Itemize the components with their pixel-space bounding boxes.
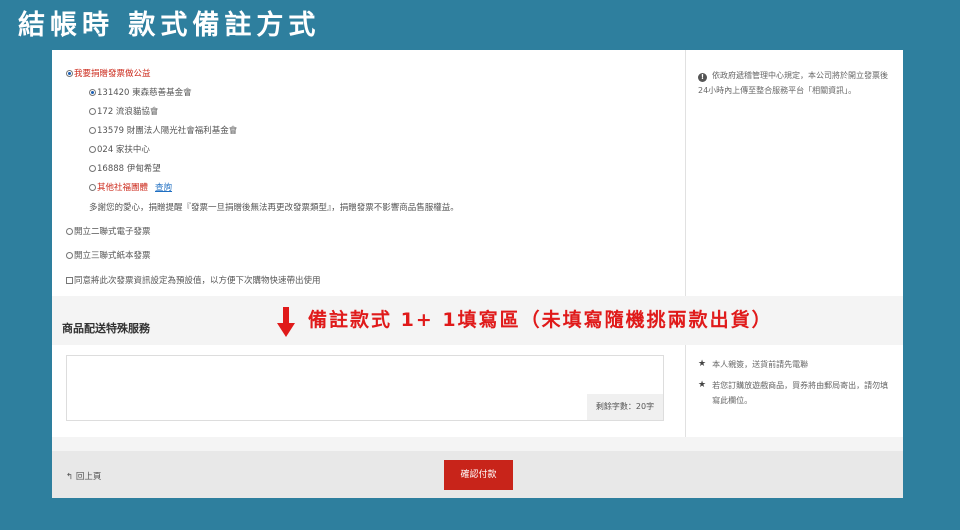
save-default-checkbox[interactable]: [66, 276, 73, 284]
charity-option-131420[interactable]: 131420 東森慈善基金會: [89, 86, 192, 98]
charity-radio[interactable]: [89, 107, 96, 115]
remark-textarea[interactable]: 剩餘字數：20字: [66, 355, 664, 421]
back-label: 回上頁: [75, 472, 102, 482]
charity-radio[interactable]: [89, 145, 96, 153]
column-divider: [685, 50, 686, 296]
charity-option-13579[interactable]: 13579 財團法人陽光社會福利基金會: [89, 124, 237, 136]
charity-option-other[interactable]: 其他社福團體 查詢: [89, 181, 172, 193]
star-icon: ★: [698, 359, 707, 369]
invoice-side-note: ! 依政府遞稽管理中心規定，本公司將於開立發票後24小時內上傳至整合服務平台「相關…: [698, 68, 894, 98]
donate-label: 我要捐贈發票做公益: [74, 69, 151, 79]
duplicate-label: 開立二聯式電子發票: [74, 227, 151, 237]
service-note-text: 若您訂購放遊戲商品，買券將由郵局寄出，請勿填寫此欄位。: [712, 381, 889, 405]
charity-option-172[interactable]: 172 流浪貓協會: [89, 105, 158, 117]
donation-reminder: 多謝您的愛心，捐贈提醒『發票一旦捐贈後無法再更改發票類型』，捐贈發票不影響商品售…: [89, 203, 459, 213]
duplicate-radio[interactable]: [66, 227, 73, 235]
charity-label: 024 家扶中心: [97, 145, 150, 155]
footer-bar: ↰ 回上頁 確認付款: [52, 451, 903, 498]
back-arrow-icon: ↰: [66, 472, 74, 482]
charity-label: 172 流浪貓協會: [97, 107, 159, 117]
side-note-text: 依政府遞稽管理中心規定，本公司將於開立發票後24小時內上傳至整合服務平台「相關資…: [698, 71, 888, 95]
save-default-option[interactable]: 同意將此次發票資訊設定為預設值，以方便下次購物快速帶出使用: [66, 274, 321, 286]
charity-label: 13579 財團法人陽光社會福利基金會: [97, 126, 238, 136]
duplicate-invoice-option[interactable]: 開立二聯式電子發票: [66, 225, 151, 237]
remark-annotation: 備註款式 1+ 1填寫區（未填寫隨機挑兩款出貨）: [308, 309, 773, 331]
triplicate-radio[interactable]: [66, 251, 73, 259]
charity-label: 131420 東森慈善基金會: [97, 88, 192, 98]
info-icon: !: [698, 73, 707, 82]
other-charity-label: 其他社福團體: [97, 183, 149, 193]
back-link[interactable]: ↰ 回上頁: [66, 470, 101, 482]
section-gap: [52, 437, 903, 451]
triplicate-label: 開立三聯式紙本發票: [74, 251, 151, 261]
charity-option-16888[interactable]: 16888 伊甸希望: [89, 162, 161, 174]
charity-option-024[interactable]: 024 家扶中心: [89, 143, 150, 155]
slide-title: 結帳時 款式備註方式: [18, 10, 321, 41]
charity-radio[interactable]: [89, 88, 96, 96]
charity-label: 16888 伊甸希望: [97, 164, 161, 174]
donate-radio[interactable]: [66, 69, 73, 77]
confirm-payment-button[interactable]: 確認付款: [444, 460, 513, 490]
charity-radio[interactable]: [89, 164, 96, 172]
star-icon: ★: [698, 380, 707, 390]
service-note-text: 本人親簽，送貨前請先電聯: [712, 360, 809, 369]
service-side-notes: ★ 本人親簽，送貨前請先電聯 ★ 若您訂購放遊戲商品，買券將由郵局寄出，請勿填寫…: [698, 357, 894, 414]
query-link[interactable]: 查詢: [155, 181, 172, 193]
save-default-label: 同意將此次發票資訊設定為預設值，以方便下次購物快速帶出使用: [74, 276, 321, 286]
charity-radio[interactable]: [89, 183, 96, 191]
service-note: ★ 本人親簽，送貨前請先電聯: [698, 357, 894, 372]
triplicate-invoice-option[interactable]: 開立三聯式紙本發票: [66, 249, 151, 261]
down-arrow-icon: [277, 307, 295, 337]
column-divider: [685, 345, 686, 437]
service-section-title: 商品配送特殊服務: [62, 322, 150, 335]
char-counter: 剩餘字數：20字: [587, 394, 663, 420]
donate-invoice-option[interactable]: 我要捐贈發票做公益: [66, 67, 151, 79]
service-note: ★ 若您訂購放遊戲商品，買券將由郵局寄出，請勿填寫此欄位。: [698, 378, 894, 408]
charity-radio[interactable]: [89, 126, 96, 134]
checkout-panel: 我要捐贈發票做公益 131420 東森慈善基金會 172 流浪貓協會 13579…: [52, 50, 903, 498]
